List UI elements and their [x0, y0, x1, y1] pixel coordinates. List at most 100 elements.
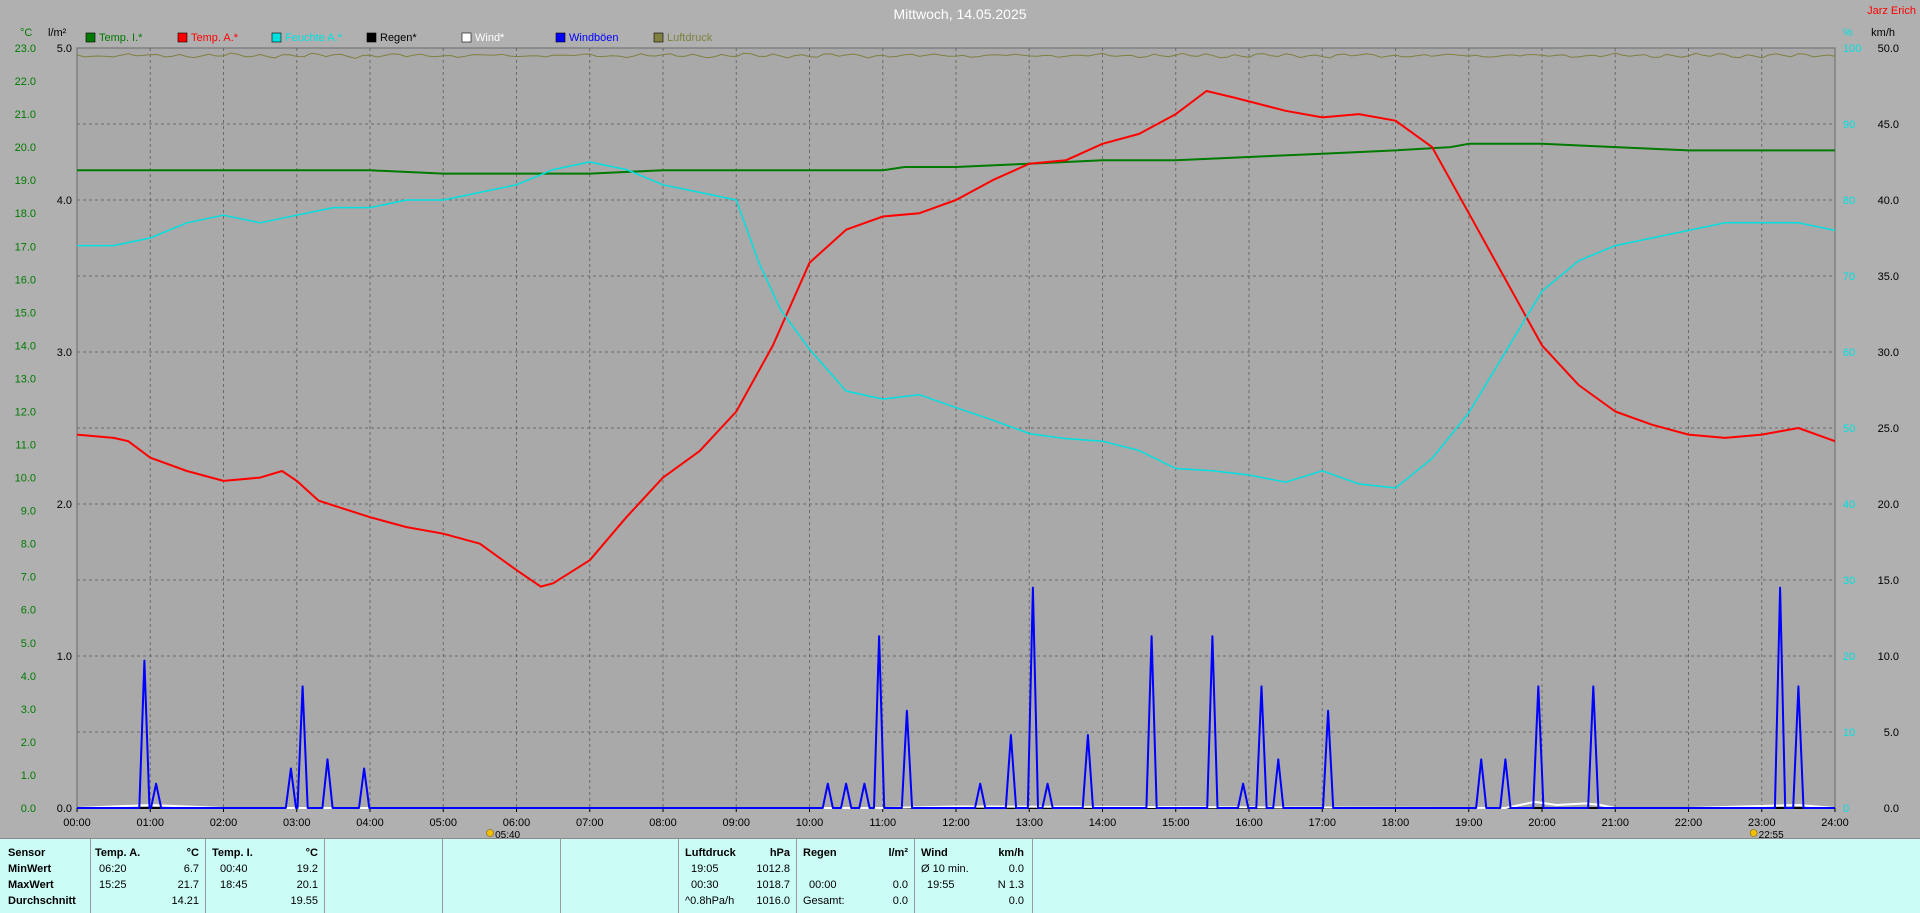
legend-label: Temp. I.*: [99, 32, 143, 44]
col-rain: Regen l/m² 00:00 0.0 Gesamt: 0.0: [796, 839, 914, 913]
x-tick-label: 07:00: [576, 817, 604, 829]
wind-unit: km/h: [998, 847, 1024, 859]
rain-unit: l/m²: [888, 847, 908, 859]
temp-i-min-time: 00:40: [220, 863, 248, 875]
temp-a-min-time: 06:20: [99, 863, 127, 875]
temp-tick-label: 5.0: [21, 638, 36, 650]
x-tick-label: 04:00: [356, 817, 384, 829]
temp-tick-label: 6.0: [21, 605, 36, 617]
x-tick-label: 09:00: [722, 817, 750, 829]
pressure-unit: hPa: [769, 847, 790, 859]
temp-tick-label: 10.0: [15, 473, 36, 485]
legend-swatch: [555, 32, 566, 43]
legend-label: Regen*: [380, 32, 417, 44]
temp-tick-label: 0.0: [21, 803, 36, 815]
temp-tick-label: 16.0: [15, 274, 36, 286]
author-label: Jarz Erich: [1867, 5, 1916, 17]
x-tick-label: 23:00: [1748, 817, 1776, 829]
rain-time: 00:00: [809, 879, 837, 891]
humidity-tick-label: 30: [1843, 575, 1855, 587]
wind-tick-label: 45.0: [1878, 119, 1899, 131]
temp-a-max-time: 15:25: [99, 879, 127, 891]
wind-tick-label: 10.0: [1878, 651, 1899, 663]
rain-total-value: 0.0: [892, 895, 908, 907]
legend-label: Wind*: [475, 32, 505, 44]
sunset-icon: [1749, 829, 1758, 837]
x-tick-label: 03:00: [283, 817, 311, 829]
wind-tick-label: 15.0: [1878, 575, 1899, 587]
wind-tick-label: 25.0: [1878, 423, 1899, 435]
empty-col-1: [324, 839, 442, 913]
wind-avg-value: 0.0: [1008, 863, 1024, 875]
statistics-panel: Sensor MinWert MaxWert Durchschnitt Temp…: [0, 838, 1920, 913]
x-tick-label: 13:00: [1015, 817, 1043, 829]
x-tick-label: 19:00: [1455, 817, 1483, 829]
pressure-min-time: 19:05: [691, 863, 719, 875]
temp-i-header: Temp. I.: [212, 847, 253, 859]
temp-tick-label: 1.0: [21, 770, 36, 782]
rain-total-label: Gesamt:: [803, 895, 845, 907]
pressure-trend-label: ^0.8hPa/h: [685, 895, 735, 907]
x-tick-label: 11:00: [869, 817, 896, 829]
legend-label: Luftdruck: [667, 32, 713, 44]
x-tick-label: 16:00: [1235, 817, 1263, 829]
temp-tick-label: 22.0: [15, 76, 36, 88]
row-min: MinWert: [8, 863, 52, 875]
x-tick-label: 20:00: [1528, 817, 1556, 829]
rain-tick-label: 0.0: [57, 803, 72, 815]
x-tick-label: 10:00: [796, 817, 824, 829]
legend-swatch: [85, 32, 96, 43]
humidity-tick-label: 60: [1843, 347, 1855, 359]
temp-tick-label: 9.0: [21, 506, 36, 518]
temp-tick-label: 12.0: [15, 406, 36, 418]
col-temp-i: Temp. I. °C 00:40 19.2 18:45 20.1 19.55: [205, 839, 324, 913]
x-tick-label: 24:00: [1821, 817, 1849, 829]
empty-col-4: [1032, 839, 1920, 913]
temp-tick-label: 8.0: [21, 539, 36, 551]
rain-tick-label: 4.0: [57, 195, 72, 207]
temp-a-max: 21.7: [177, 879, 199, 891]
humidity-tick-label: 20: [1843, 651, 1855, 663]
humidity-unit-label: %: [1843, 27, 1853, 39]
humidity-tick-label: 90: [1843, 119, 1855, 131]
temp-i-min: 19.2: [296, 863, 318, 875]
humidity-tick-label: 80: [1843, 195, 1855, 207]
sunset-time: 22:55: [1759, 830, 1784, 838]
legend-label: Temp. A.*: [191, 32, 239, 44]
legend-swatch: [366, 32, 377, 43]
wind-tick-label: 5.0: [1884, 727, 1899, 739]
rain-unit-label: l/m²: [48, 27, 67, 39]
temp-a-avg: 14.21: [171, 895, 199, 907]
temp-tick-label: 13.0: [15, 373, 36, 385]
wind-tick-label: 50.0: [1878, 43, 1899, 55]
empty-col-2: [442, 839, 560, 913]
wind-max-value: N 1.3: [997, 879, 1024, 891]
wind-unit-label: km/h: [1871, 27, 1895, 39]
wind-tick-label: 40.0: [1878, 195, 1899, 207]
wind-extra-value: 0.0: [1008, 895, 1024, 907]
pressure-trend-value: 1016.0: [756, 895, 790, 907]
temp-tick-label: 3.0: [21, 704, 36, 716]
temp-a-unit: °C: [186, 847, 199, 859]
temp-i-max-time: 18:45: [220, 879, 248, 891]
temp-i-max: 20.1: [296, 879, 318, 891]
temp-a-min: 6.7: [183, 863, 199, 875]
temp-tick-label: 18.0: [15, 208, 36, 220]
x-tick-label: 12:00: [942, 817, 970, 829]
rain-tick-label: 5.0: [57, 43, 72, 55]
pressure-min: 1012.8: [756, 863, 790, 875]
x-tick-label: 15:00: [1162, 817, 1190, 829]
x-tick-label: 18:00: [1382, 817, 1410, 829]
legend-swatch: [177, 32, 188, 43]
temp-tick-label: 7.0: [21, 572, 36, 584]
x-tick-label: 01:00: [136, 817, 164, 829]
x-tick-label: 17:00: [1308, 817, 1336, 829]
temp-tick-label: 21.0: [15, 109, 36, 121]
temp-tick-label: 14.0: [15, 340, 36, 352]
temp-tick-label: 17.0: [15, 241, 36, 253]
wind-tick-label: 20.0: [1878, 499, 1899, 511]
pressure-max-time: 00:30: [691, 879, 719, 891]
legend-swatch: [461, 32, 472, 43]
humidity-tick-label: 40: [1843, 499, 1855, 511]
weather-chart: 00:00 01:00 02:00 03:00 04:00 05:00 06:00 07:00…: [15, 27, 1899, 838]
